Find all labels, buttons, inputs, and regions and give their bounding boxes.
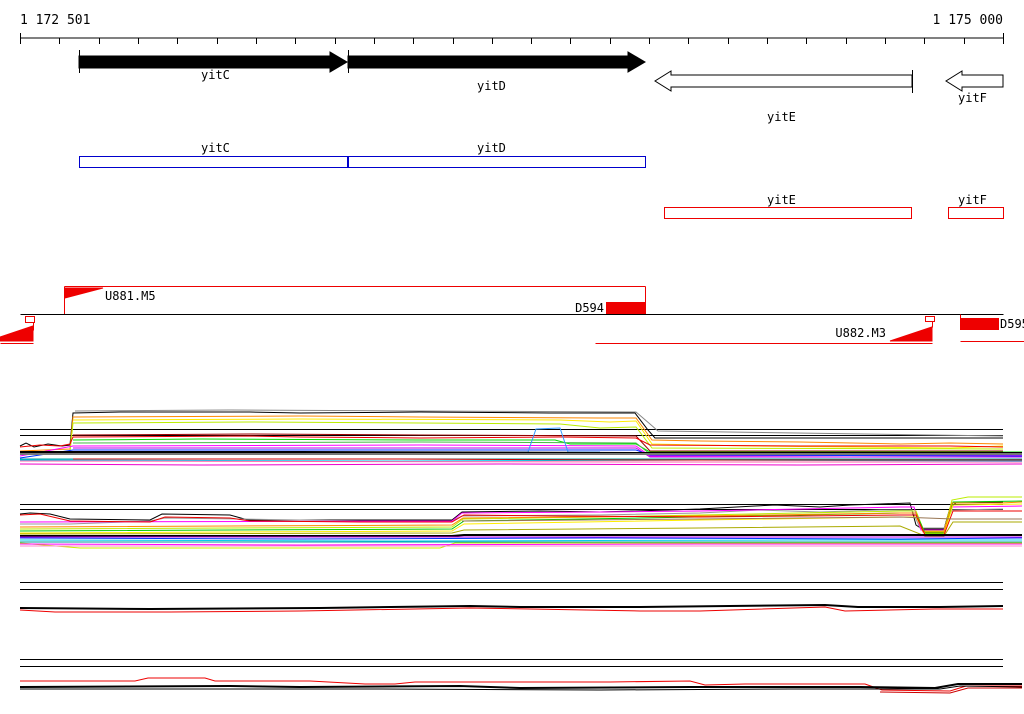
gene-arrow-label-yitE: yitE xyxy=(767,110,796,124)
gene-box-yitE[interactable] xyxy=(664,207,912,219)
probe-u881m5-wedge xyxy=(64,287,104,299)
probe-left-partial-box[interactable] xyxy=(25,316,35,323)
gene-box-yitD[interactable] xyxy=(348,156,646,168)
expression-track-1-series-1 xyxy=(74,409,1004,437)
probe-u882m3-wedge xyxy=(889,326,933,342)
probe-u881m5-label: U881.M5 xyxy=(105,289,156,303)
probe-left-partial-wedge xyxy=(0,325,34,342)
expression-track-2-series-17 xyxy=(19,543,1022,546)
gene-arrow-yitE[interactable] xyxy=(654,70,913,92)
gene-box-label-yitD: yitD xyxy=(477,141,506,155)
gene-box-yitF[interactable] xyxy=(948,207,1004,219)
gene-box-label-yitE: yitE xyxy=(767,193,796,207)
probe-d594-box[interactable] xyxy=(606,302,646,314)
expression-track-1-series-14 xyxy=(20,451,1022,454)
expression-track-2-series-11 xyxy=(20,534,1022,537)
gene-box-label-yitC: yitC xyxy=(201,141,230,155)
gene-box-label-yitF: yitF xyxy=(958,193,987,207)
expression-track-1-series-19 xyxy=(19,460,1022,463)
probe-d595-box[interactable] xyxy=(960,318,999,330)
expression-track-1-series-20 xyxy=(19,463,1023,466)
gene-arrow-yitD[interactable] xyxy=(347,51,646,73)
expression-track-2-series-10 xyxy=(19,521,1022,537)
gene-arrow-label-yitF: yitF xyxy=(958,91,987,105)
gene-box-yitC[interactable] xyxy=(79,156,348,168)
probe-u882m3-label: U882.M3 xyxy=(835,326,886,340)
probe-u882m3-box[interactable] xyxy=(925,316,935,322)
genome-view-scene: yitC yitD yitE yitF yitC yitD yitE yitF U881.M5 D… xyxy=(0,33,1024,694)
gene-arrow-label-yitC: yitC xyxy=(201,68,230,82)
expression-track-2-series-14 xyxy=(19,539,1022,542)
expression-track-2-series-13 xyxy=(19,537,1023,540)
genome-browser-canvas: 1 172 501 1 175 000 yitC yitD yitE yitF yitC… xyxy=(0,0,1024,714)
probe-d595-label: D595 xyxy=(1000,317,1024,331)
gene-arrow-label-yitD: yitD xyxy=(477,79,506,93)
gene-arrow-yitF[interactable] xyxy=(945,70,1004,92)
probe-d594-label: D594 xyxy=(575,301,604,315)
